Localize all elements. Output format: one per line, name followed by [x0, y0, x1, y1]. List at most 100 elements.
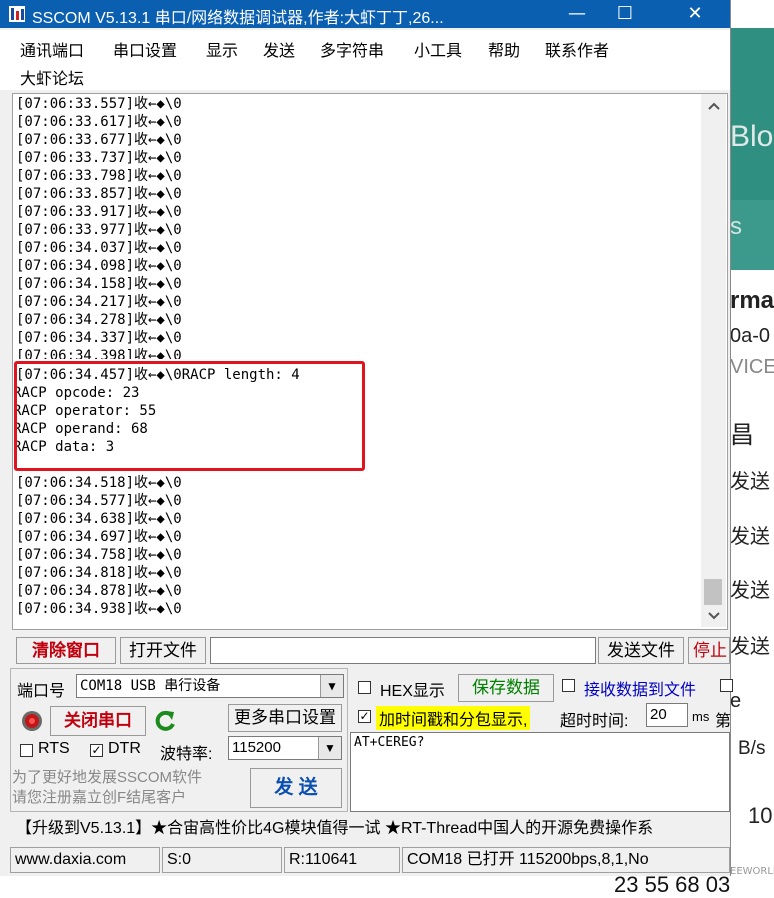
- hex-display-label: HEX显示: [380, 683, 445, 700]
- receive-line: [07:06:33.617]收←◆\0: [16, 114, 182, 130]
- send-text-area[interactable]: AT+CEREG?: [350, 732, 730, 812]
- title-bar[interactable]: SSCOM V5.13.1 串口/网络数据调试器,作者:大虾丁丁,26... —…: [0, 0, 730, 28]
- baud-select-value: 115200: [232, 739, 281, 756]
- port-select-value: COM18 USB 串行设备: [80, 678, 221, 694]
- status-port-state: COM18 已打开 115200bps,8,1,No: [402, 847, 730, 873]
- stop-button[interactable]: 停止: [688, 637, 730, 664]
- bg-send-3: 发送: [730, 580, 770, 602]
- rts-label: RTS: [38, 740, 70, 757]
- menu-send[interactable]: 发送: [263, 37, 295, 61]
- receive-line: [07:06:34.158]收←◆\0: [16, 276, 182, 292]
- menu-help[interactable]: 帮助: [488, 37, 520, 61]
- receive-line: [07:06:33.798]收←◆\0: [16, 168, 182, 184]
- refresh-icon[interactable]: [152, 708, 178, 734]
- recv-to-file-checkbox[interactable]: [562, 679, 575, 692]
- timeout-label: 超时时间:: [560, 713, 629, 730]
- bg-text-10: 10: [748, 803, 773, 828]
- receive-line: [07:06:33.737]收←◆\0: [16, 150, 182, 166]
- dtr-checkbox[interactable]: ✓: [90, 744, 103, 757]
- receive-line: [07:06:34.938]收←◆\0: [16, 601, 182, 617]
- port-status-icon: [22, 711, 42, 731]
- bg-send-2: 发送: [730, 526, 770, 548]
- bg-send-1: 发送: [730, 471, 770, 493]
- close-port-button[interactable]: 关闭串口: [50, 706, 146, 736]
- clear-window-button[interactable]: 清除窗口: [16, 637, 116, 664]
- receive-line: [07:06:33.857]收←◆\0: [16, 186, 182, 202]
- receive-line: [07:06:34.037]收←◆\0: [16, 240, 182, 256]
- receive-line: [07:06:34.518]收←◆\0: [16, 475, 182, 491]
- status-received-count: R:110641: [284, 847, 400, 873]
- scroll-thumb[interactable]: [704, 579, 722, 605]
- save-data-button[interactable]: 保存数据: [458, 674, 554, 702]
- send-text: AT+CEREG?: [354, 735, 425, 750]
- receive-line: [07:06:33.557]收←◆\0: [16, 96, 182, 112]
- ticker-text[interactable]: 【升级到V5.13.1】★合宙高性价比4G模块值得一试 ★RT-Thread中国…: [10, 816, 730, 842]
- menu-multi-string[interactable]: 多字符串: [320, 37, 384, 61]
- timeout-input[interactable]: 20: [646, 703, 688, 727]
- open-file-button[interactable]: 打开文件: [120, 637, 206, 664]
- extra-checkbox[interactable]: [720, 679, 733, 692]
- bg-text-0a: 0a-0: [730, 325, 771, 347]
- bg-text-s: s: [730, 213, 742, 240]
- next-char-label: 第: [715, 713, 732, 730]
- bg-text-hao: 昌: [730, 422, 754, 449]
- scroll-down-icon[interactable]: [708, 612, 720, 620]
- receive-line: [07:06:34.337]收←◆\0: [16, 330, 182, 346]
- menu-port-settings[interactable]: 串口设置: [113, 37, 177, 61]
- menu-bar: 通讯端口 串口设置 显示 发送 多字符串 小工具 帮助 联系作者 大虾论坛: [0, 30, 730, 90]
- receive-line: [07:06:34.697]收←◆\0: [16, 529, 182, 545]
- background-app: Blo s rma 0a-0 VICE 昌 发送 发送 发送 发送 e B/s …: [730, 0, 774, 890]
- receive-line: [07:06:34.577]收←◆\0: [16, 493, 182, 509]
- hex-display-checkbox[interactable]: [358, 681, 371, 694]
- receive-line: [07:06:34.278]收←◆\0: [16, 312, 182, 328]
- receive-line: [07:06:33.977]收←◆\0: [16, 222, 182, 238]
- timeout-unit: ms: [692, 709, 710, 724]
- app-icon: [9, 6, 25, 22]
- menu-comm-port[interactable]: 通讯端口: [20, 37, 84, 61]
- dtr-label: DTR: [108, 740, 141, 757]
- baud-label: 波特率:: [160, 746, 213, 763]
- promo-text[interactable]: 为了更好地发展SSCOM软件 请您注册嘉立创F结尾客户: [12, 768, 240, 808]
- receive-area[interactable]: [07:06:33.557]收←◆\0 [07:06:33.617]收←◆\0 …: [12, 93, 728, 630]
- chevron-down-icon[interactable]: ▼: [318, 737, 341, 759]
- recv-to-file-label: 接收数据到文件: [584, 682, 697, 699]
- timestamp-checkbox[interactable]: ✓: [358, 710, 371, 723]
- status-website[interactable]: www.daxia.com: [10, 847, 160, 873]
- file-path-input[interactable]: [210, 637, 596, 664]
- maximize-button[interactable]: ☐: [602, 0, 648, 28]
- port-label: 端口号: [17, 683, 66, 700]
- send-button[interactable]: 发 送: [250, 768, 342, 808]
- receive-line: [07:06:33.917]收←◆\0: [16, 204, 182, 220]
- port-select[interactable]: COM18 USB 串行设备 ▼: [76, 674, 344, 698]
- send-file-button[interactable]: 发送文件: [598, 637, 684, 664]
- menu-contact[interactable]: 联系作者: [545, 37, 609, 61]
- more-port-settings-button[interactable]: 更多串口设置: [228, 704, 342, 732]
- baud-select[interactable]: 115200 ▼: [228, 736, 342, 760]
- menu-forum[interactable]: 大虾论坛: [20, 65, 84, 89]
- receive-line: [07:06:34.638]收←◆\0: [16, 511, 182, 527]
- receive-line: [07:06:34.878]收←◆\0: [16, 583, 182, 599]
- bg-text-vice: VICE: [730, 356, 774, 378]
- receive-line: [07:06:34.818]收←◆\0: [16, 565, 182, 581]
- receive-line: [07:06:34.217]收←◆\0: [16, 294, 182, 310]
- status-bar: www.daxia.com S:0 R:110641 COM18 已打开 115…: [10, 847, 730, 873]
- bg-text-blo: Blo: [730, 120, 774, 153]
- watermark: EEWORLD: [730, 866, 774, 877]
- vertical-scrollbar[interactable]: [701, 94, 726, 627]
- sscom-window: SSCOM V5.13.1 串口/网络数据调试器,作者:大虾丁丁,26... —…: [0, 0, 733, 876]
- menu-tools[interactable]: 小工具: [414, 37, 462, 61]
- chevron-down-icon[interactable]: ▼: [320, 675, 343, 697]
- bg-text-rma: rma: [730, 287, 774, 314]
- rts-checkbox[interactable]: [20, 744, 33, 757]
- highlight-box: [14, 361, 365, 471]
- receive-line: [07:06:34.098]收←◆\0: [16, 258, 182, 274]
- timestamp-label: 加时间戳和分包显示,: [376, 706, 531, 730]
- receive-line: [07:06:34.758]收←◆\0: [16, 547, 182, 563]
- close-button[interactable]: ✕: [672, 0, 718, 28]
- minimize-button[interactable]: —: [554, 0, 600, 28]
- status-sent-count: S:0: [162, 847, 282, 873]
- scroll-up-icon[interactable]: [708, 102, 720, 110]
- bg-text-bs: B/s: [738, 738, 766, 759]
- receive-line: [07:06:33.677]收←◆\0: [16, 132, 182, 148]
- menu-display[interactable]: 显示: [206, 37, 238, 61]
